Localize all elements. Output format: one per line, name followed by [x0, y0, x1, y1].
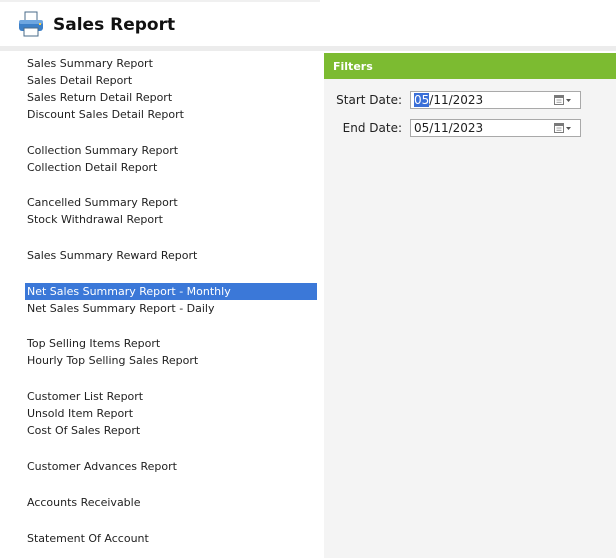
start-date-remaining: /11/2023: [429, 93, 484, 107]
report-item-sales-summary-reward[interactable]: Sales Summary Reward Report: [25, 247, 317, 264]
report-item-sales-return-detail[interactable]: Sales Return Detail Report: [25, 89, 317, 106]
printer-icon: [19, 11, 43, 37]
report-item-customer-list[interactable]: Customer List Report: [25, 388, 317, 405]
start-date-field[interactable]: 05/11/2023: [410, 91, 581, 109]
page-title: Sales Report: [53, 15, 176, 35]
report-list: Sales Summary Report Sales Detail Report…: [22, 53, 322, 558]
report-item-collection-detail[interactable]: Collection Detail Report: [25, 159, 317, 176]
header-tab-strip: [0, 0, 320, 2]
report-item-cancelled-summary[interactable]: Cancelled Summary Report: [25, 194, 317, 211]
header-bar: Sales Report: [0, 0, 616, 46]
calendar-dropdown-icon[interactable]: [554, 123, 572, 134]
start-date-label: Start Date:: [336, 93, 402, 107]
filters-header: Filters: [324, 53, 616, 79]
report-item-hourly-top-selling[interactable]: Hourly Top Selling Sales Report: [25, 352, 317, 369]
report-item-collection-summary[interactable]: Collection Summary Report: [25, 142, 317, 159]
end-date-label: End Date:: [342, 121, 402, 135]
report-item-unsold-item[interactable]: Unsold Item Report: [25, 405, 317, 422]
report-item-top-selling-items[interactable]: Top Selling Items Report: [25, 335, 317, 352]
calendar-dropdown-icon[interactable]: [554, 95, 572, 106]
report-item-net-sales-daily[interactable]: Net Sales Summary Report - Daily: [25, 300, 317, 317]
report-item-cost-of-sales[interactable]: Cost Of Sales Report: [25, 422, 317, 439]
report-item-customer-advances[interactable]: Customer Advances Report: [25, 458, 317, 475]
report-item-net-sales-monthly[interactable]: Net Sales Summary Report - Monthly: [25, 283, 317, 300]
end-date-field[interactable]: 05/11/2023: [410, 119, 581, 137]
filters-panel: Filters Start Date: 05/11/2023 End Date:…: [324, 53, 616, 558]
start-date-value: 05/11/2023: [414, 93, 483, 107]
report-item-stock-withdrawal[interactable]: Stock Withdrawal Report: [25, 211, 317, 228]
report-item-accounts-receivable[interactable]: Accounts Receivable: [25, 494, 317, 511]
report-item-statement-of-account[interactable]: Statement Of Account: [25, 530, 317, 547]
end-date-value: 05/11/2023: [414, 121, 484, 135]
report-item-sales-summary[interactable]: Sales Summary Report: [25, 55, 317, 72]
start-date-selected-segment: 05: [414, 93, 430, 107]
report-item-sales-detail[interactable]: Sales Detail Report: [25, 72, 317, 89]
filters-title: Filters: [333, 60, 373, 73]
header-divider: [0, 46, 616, 51]
report-item-discount-sales-detail[interactable]: Discount Sales Detail Report: [25, 106, 317, 123]
